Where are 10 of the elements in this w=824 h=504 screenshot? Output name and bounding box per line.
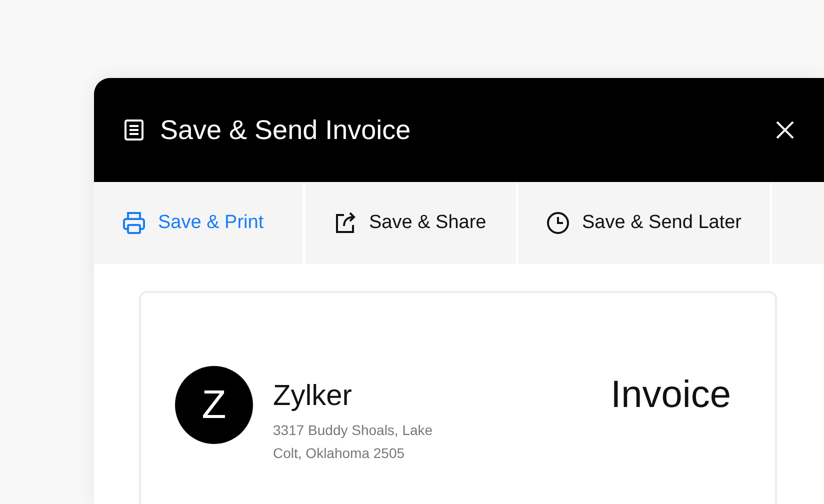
close-icon[interactable] [776, 121, 794, 139]
company-address: 3317 Buddy Shoals, Lake Colt, Oklahoma 2505 [273, 421, 434, 463]
logo-avatar: Z [175, 366, 253, 444]
invoice-heading: Invoice [610, 373, 731, 417]
dialog-title: Save & Send Invoice [160, 114, 412, 146]
company-name: Zylker [273, 380, 353, 413]
document-icon [124, 119, 144, 141]
printer-icon [122, 211, 146, 235]
share-icon [333, 211, 357, 235]
clock-icon [546, 211, 570, 235]
